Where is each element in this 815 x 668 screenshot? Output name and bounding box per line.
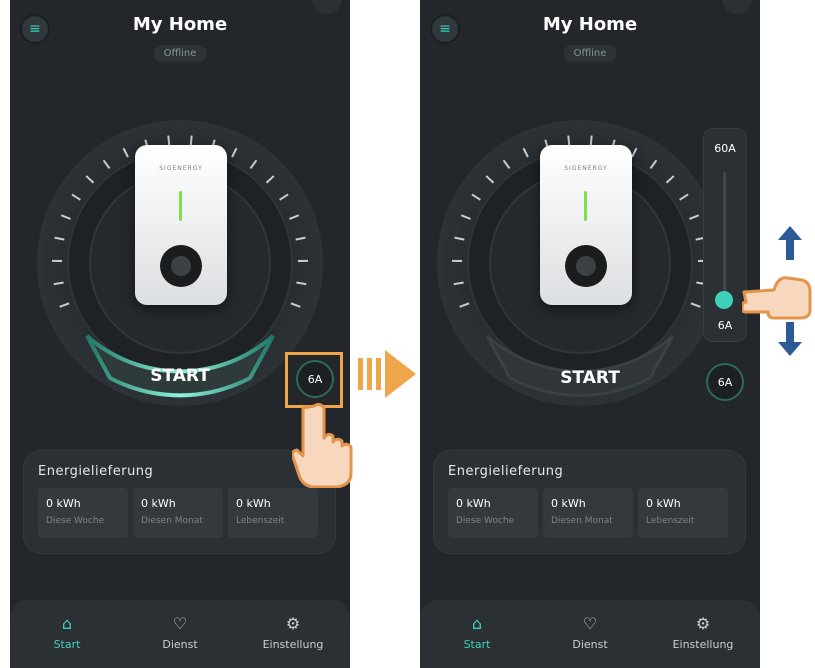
charger-image: SIGENERGY	[540, 145, 632, 305]
brand-logo: SIGENERGY	[159, 165, 203, 172]
led-indicator	[179, 191, 182, 221]
app-screen-after: ≡ My Home Offline SIGENERGY START 6A 60A…	[420, 0, 760, 668]
drag-up-arrow-icon	[778, 226, 802, 260]
page-title: My Home	[132, 14, 228, 35]
start-button[interactable]: START	[510, 368, 670, 388]
dial-tick	[589, 135, 593, 146]
current-slider[interactable]: 60A 6A	[703, 128, 747, 342]
stat-label: Diesen Monat	[551, 516, 613, 526]
stat-lifetime: 0 kWh Lebenszeit	[228, 488, 318, 538]
stat-value: 0 kWh	[551, 497, 586, 510]
stat-value: 0 kWh	[646, 497, 681, 510]
nav-einstellung[interactable]: ⚙ Einstellung	[243, 614, 343, 651]
tap-hand-icon	[292, 402, 353, 488]
nav-dienst[interactable]: ♡ Dienst	[130, 614, 230, 651]
nav-start[interactable]: ⌂ Start	[427, 614, 527, 651]
nav-einstellung[interactable]: ⚙ Einstellung	[653, 614, 753, 651]
home-icon: ⌂	[61, 614, 73, 633]
charging-socket	[160, 245, 202, 287]
nav-label: Dienst	[162, 638, 198, 651]
stat-label: Diese Woche	[456, 516, 515, 526]
start-button[interactable]: START	[100, 366, 260, 386]
stat-label: Lebenszeit	[236, 516, 285, 526]
app-screen-before: ≡ My Home Offline SIGENERGY START 6A Ene	[10, 0, 350, 668]
stat-label: Diesen Monat	[141, 516, 203, 526]
drag-down-arrow-icon	[778, 322, 802, 356]
service-heart-icon: ♡	[582, 614, 598, 633]
energy-title: Energielieferung	[448, 464, 564, 479]
stat-value: 0 kWh	[236, 497, 271, 510]
bottom-nav: ⌂ Start ♡ Dienst ⚙ Einstellung	[420, 600, 760, 668]
slider-max-label: 60A	[714, 142, 736, 155]
stat-week: 0 kWh Diese Woche	[448, 488, 538, 538]
dial-tick	[189, 135, 193, 146]
gear-icon: ⚙	[285, 614, 301, 633]
brand-logo: SIGENERGY	[564, 165, 608, 172]
stat-month: 0 kWh Diesen Monat	[133, 488, 223, 538]
led-indicator	[584, 191, 587, 221]
nav-start[interactable]: ⌂ Start	[17, 614, 117, 651]
charging-socket	[565, 245, 607, 287]
slider-handle[interactable]	[715, 291, 733, 309]
stat-lifetime: 0 kWh Lebenszeit	[638, 488, 728, 538]
nav-label: Einstellung	[262, 638, 324, 651]
transition-arrow-icon	[358, 350, 416, 398]
gear-icon: ⚙	[695, 614, 711, 633]
nav-label: Einstellung	[672, 638, 734, 651]
dial-tick	[567, 135, 571, 146]
drag-hand-icon	[742, 276, 812, 320]
highlight-box	[285, 352, 343, 408]
stat-label: Lebenszeit	[646, 516, 695, 526]
energy-card: Energielieferung 0 kWh Diese Woche 0 kWh…	[433, 450, 746, 554]
nav-label: Start	[463, 638, 491, 651]
nav-label: Start	[53, 638, 81, 651]
status-badge: Offline	[563, 45, 617, 62]
current-amp-button[interactable]: 6A	[708, 365, 742, 399]
corner-button[interactable]	[312, 0, 342, 14]
nav-dienst[interactable]: ♡ Dienst	[540, 614, 640, 651]
nav-label: Dienst	[572, 638, 608, 651]
slider-min-label: 6A	[717, 319, 733, 332]
energy-title: Energielieferung	[38, 464, 154, 479]
stat-value: 0 kWh	[456, 497, 491, 510]
home-icon: ⌂	[471, 614, 483, 633]
page-title: My Home	[542, 14, 638, 35]
energy-card: Energielieferung 0 kWh Diese Woche 0 kWh…	[23, 450, 336, 554]
status-badge: Offline	[153, 45, 207, 62]
stat-label: Diese Woche	[46, 516, 105, 526]
stat-value: 0 kWh	[46, 497, 81, 510]
stat-month: 0 kWh Diesen Monat	[543, 488, 633, 538]
charger-image: SIGENERGY	[135, 145, 227, 305]
stat-value: 0 kWh	[141, 497, 176, 510]
dial-tick	[167, 135, 171, 146]
corner-button[interactable]	[722, 0, 752, 14]
stat-week: 0 kWh Diese Woche	[38, 488, 128, 538]
slider-track[interactable]	[723, 172, 726, 300]
bottom-nav: ⌂ Start ♡ Dienst ⚙ Einstellung	[10, 600, 350, 668]
service-heart-icon: ♡	[172, 614, 188, 633]
